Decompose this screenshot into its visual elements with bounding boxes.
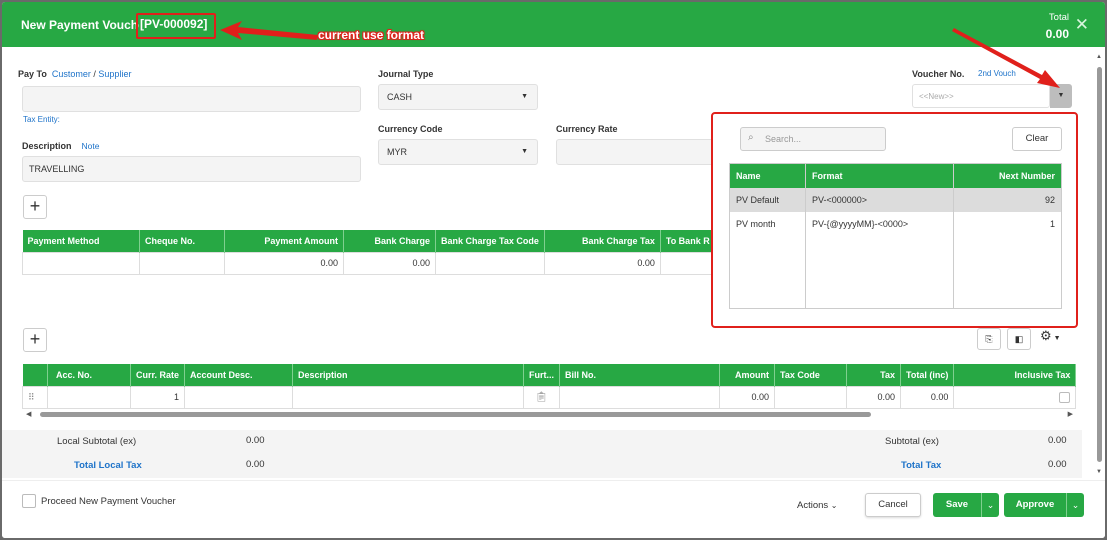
arrow-left-icon (220, 21, 318, 40)
payment-voucher-dialog: New Payment Vouche [PV-000092] Total 0.0… (2, 2, 1105, 538)
arrow-down-right-icon (952, 28, 1060, 88)
annotation-arrows (220, 21, 1060, 88)
